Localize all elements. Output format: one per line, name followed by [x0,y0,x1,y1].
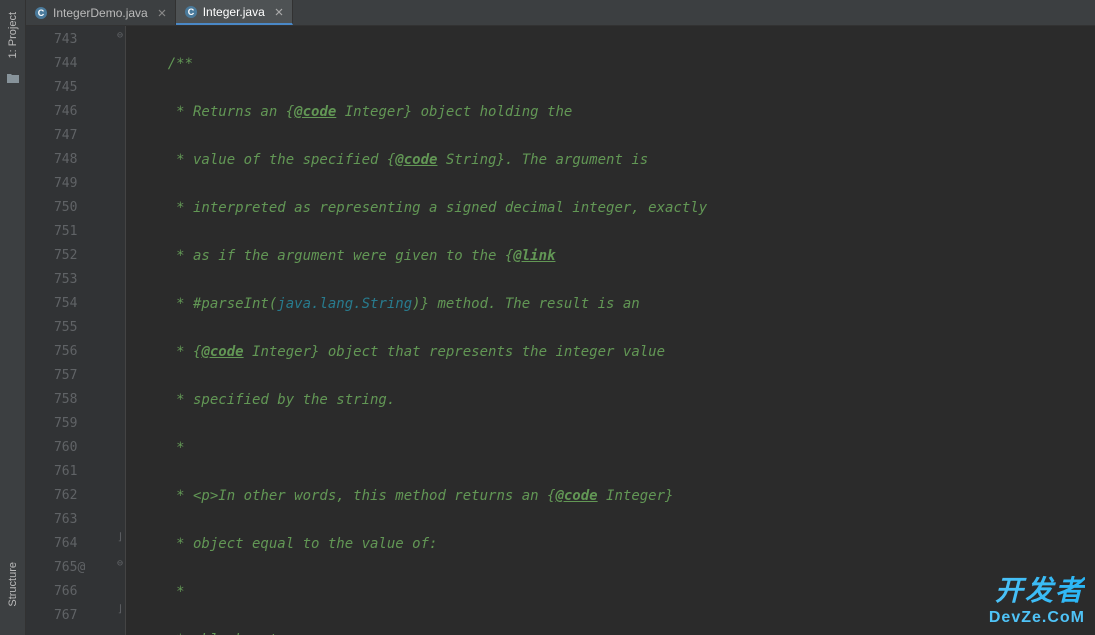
close-icon[interactable] [274,7,284,17]
line-numbers: 743 744 745 746 747 748 749 750 751 752 … [26,26,85,635]
code-content[interactable]: /** * Returns an {@code Integer} object … [126,26,1095,635]
folder-icon [5,70,21,86]
svg-text:C: C [38,8,45,18]
fold-end-icon[interactable]: ⌋ [117,532,123,543]
tab-integerdemo[interactable]: C IntegerDemo.java [26,0,176,25]
project-tool-button[interactable]: 1: Project [7,4,19,66]
fold-toggle-icon[interactable]: ⊖ [117,558,123,569]
override-icon[interactable]: @ [77,556,85,580]
tool-window-sidebar: 1: Project Structure [0,0,26,635]
tab-integer[interactable]: C Integer.java [176,0,293,25]
close-icon[interactable] [157,8,167,18]
tab-label: Integer.java [203,5,265,19]
code-editor[interactable]: 743 744 745 746 747 748 749 750 751 752 … [26,26,1095,635]
tab-label: IntegerDemo.java [53,6,148,20]
javadoc-start: /** [168,56,193,72]
fold-end-icon[interactable]: ⌋ [117,604,123,615]
svg-text:C: C [187,7,194,17]
java-class-icon: C [34,6,48,20]
editor-gutter: 743 744 745 746 747 748 749 750 751 752 … [26,26,126,635]
gutter-icons: @ ⊖ ⌋ ⊖ ⌋ [85,26,125,635]
structure-tool-button[interactable]: Structure [7,554,19,615]
java-class-icon: C [184,5,198,19]
fold-toggle-icon[interactable]: ⊖ [117,30,123,41]
editor-tabs: C IntegerDemo.java C Integer.java [26,0,1095,26]
